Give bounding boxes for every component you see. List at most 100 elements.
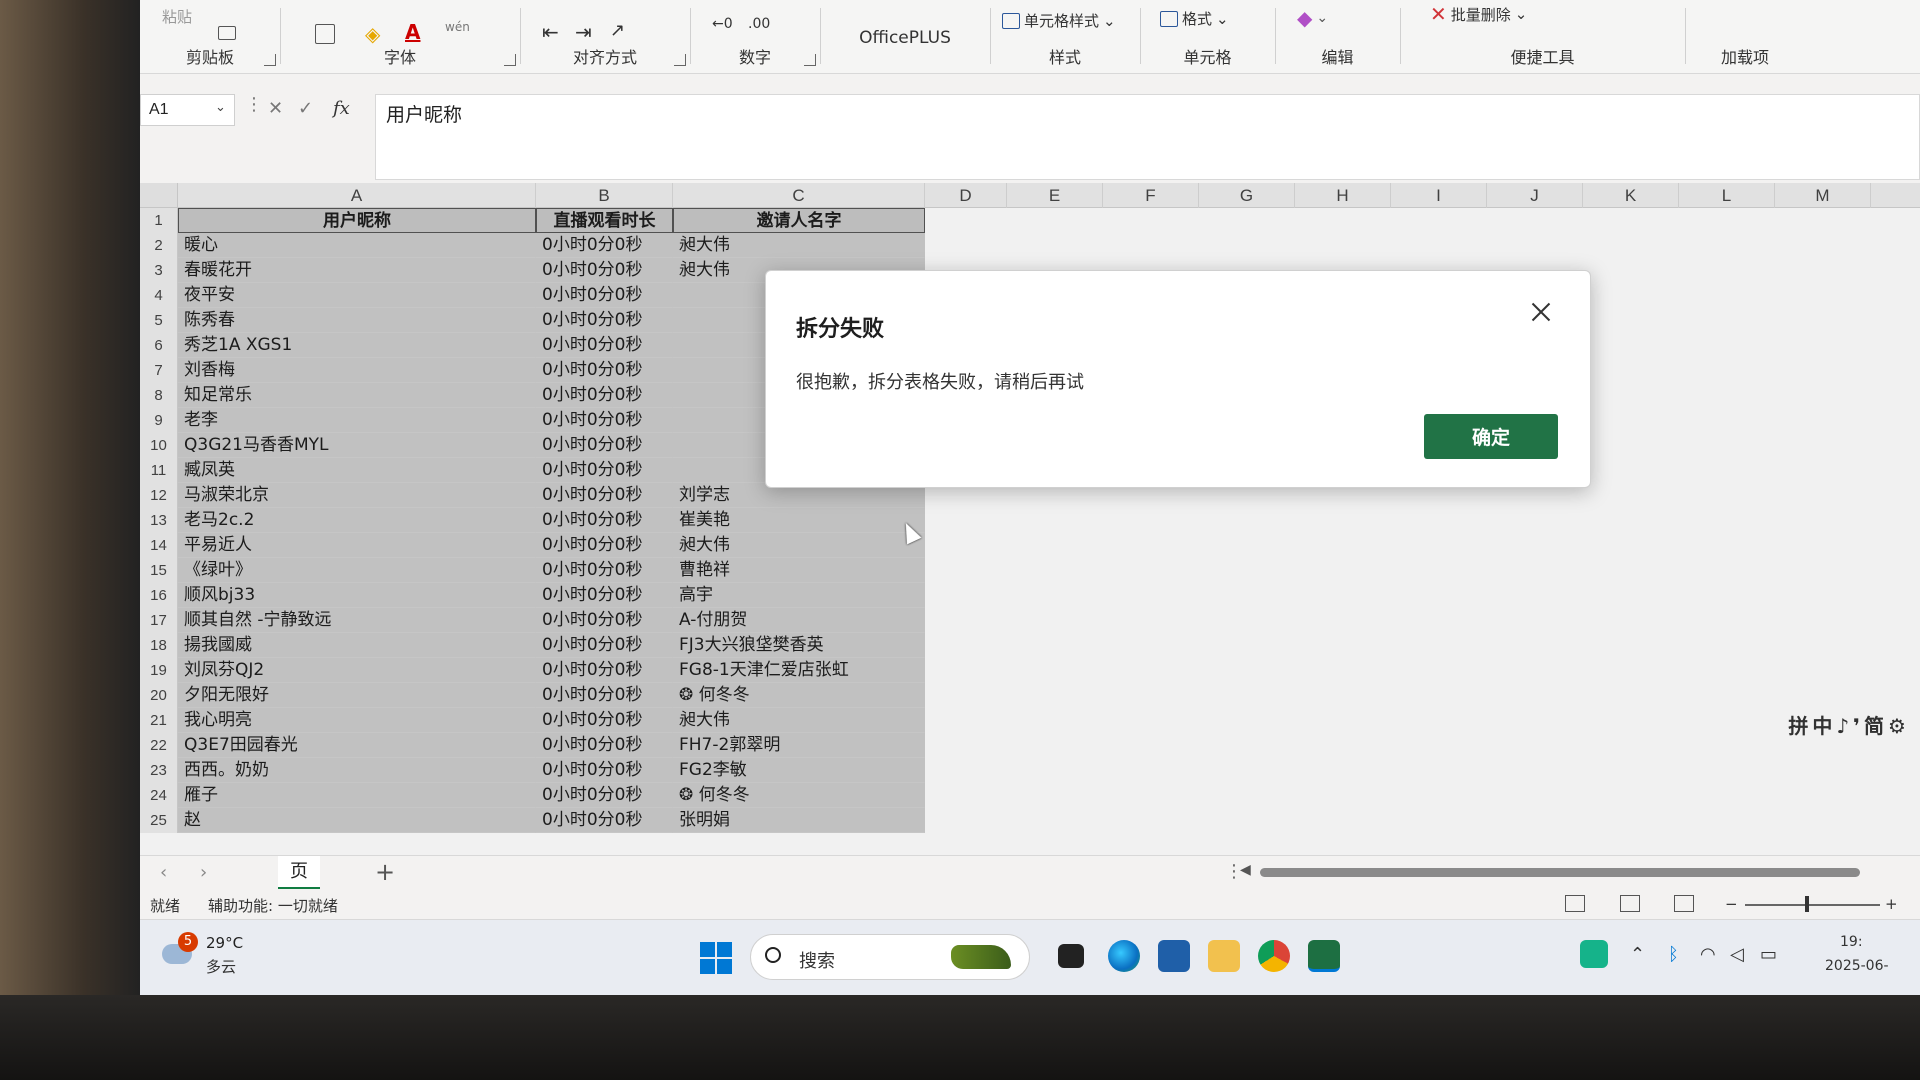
next-sheet-icon[interactable]: › (200, 862, 207, 883)
styles-label: 样式 (1048, 48, 1081, 67)
increase-indent-icon[interactable]: ⇥ (575, 20, 592, 44)
alignment-group: ⇤ ⇥ ↗ 对齐方式 (520, 0, 690, 74)
excel-window: 粘贴 剪贴板 ◈ A wén 字体 ⇤ ⇥ ↗ 对齐方式 ←0 .00 数字 O… (140, 0, 1920, 995)
monitor-bezel-bottom (0, 995, 1920, 1080)
windows-taskbar: 5 29°C 多云 搜索 ⌃ ᛒ ◠ ◁ ▭ 19: 2025-06- (140, 919, 1920, 995)
number-group: ←0 .00 数字 (690, 0, 820, 74)
phonetic-icon[interactable]: wén (445, 20, 470, 34)
clipboard-group: 粘贴 剪贴板 (140, 0, 280, 74)
decrease-indent-icon[interactable]: ⇤ (542, 20, 559, 44)
chevron-down-icon[interactable]: ⌄ (215, 100, 226, 115)
clipboard-label: 剪贴板 (185, 48, 234, 67)
wifi-icon[interactable]: ◠ (1700, 944, 1716, 965)
alignment-label: 对齐方式 (572, 48, 637, 67)
increase-decimal-icon[interactable]: ←0 (712, 16, 733, 32)
normal-view-icon[interactable] (1565, 895, 1585, 912)
store-icon[interactable] (1158, 940, 1190, 972)
chrome-icon[interactable] (1258, 940, 1290, 972)
font-launcher-icon[interactable] (504, 54, 516, 66)
error-dialog: 拆分失败 很抱歉，拆分表格失败，请稍后再试 确定 (765, 270, 1591, 488)
batch-delete-button[interactable]: ✕ 批量删除 ⌄ (1430, 2, 1527, 26)
orientation-icon[interactable]: ↗ (610, 20, 625, 41)
taskbar-search[interactable]: 搜索 (750, 934, 1030, 980)
number-launcher-icon[interactable] (804, 54, 816, 66)
format-label: 格式 (1182, 10, 1213, 28)
close-icon[interactable] (1526, 297, 1556, 327)
tools-group: ✕ 批量删除 ⌄ 便捷工具 (1400, 0, 1685, 74)
dialog-message: 很抱歉，拆分表格失败，请稍后再试 (796, 372, 1084, 393)
accessibility-status[interactable]: 辅助功能: 一切就绪 (208, 895, 338, 916)
battery-icon[interactable]: ▭ (1760, 944, 1777, 965)
search-label: 搜索 (799, 951, 835, 972)
enter-icon[interactable]: ✓ (298, 98, 313, 119)
officeplus-group: OfficePLUS (820, 0, 990, 74)
paste-button[interactable]: 粘贴 (162, 6, 192, 27)
clipboard-launcher-icon[interactable] (264, 54, 276, 66)
borders-icon[interactable] (315, 24, 335, 44)
styles-group: 单元格样式 ⌄ 样式 (990, 0, 1140, 74)
weather-description[interactable]: 多云 (206, 956, 236, 977)
number-label: 数字 (738, 48, 771, 67)
cells-label: 单元格 (1183, 48, 1232, 67)
search-icon (765, 947, 781, 963)
formula-input[interactable]: 用户昵称 (375, 94, 1920, 180)
officeplus-label[interactable]: OfficePLUS (820, 28, 990, 48)
cells-group: 格式 ⌄ 单元格 (1140, 0, 1275, 74)
tools-label: 便捷工具 (1510, 48, 1575, 67)
excel-icon[interactable] (1308, 940, 1340, 972)
ok-button[interactable]: 确定 (1424, 414, 1558, 459)
clock-date[interactable]: 2025-06- (1825, 958, 1889, 974)
scroll-left-icon[interactable]: ◀ (1240, 862, 1251, 878)
k-app-icon[interactable] (1580, 940, 1608, 968)
editing-group: ◆ ⌄ 编辑 (1275, 0, 1400, 74)
font-color-icon[interactable]: A (405, 20, 420, 44)
cell-styles-button[interactable]: 单元格样式 ⌄ (1002, 10, 1116, 31)
bluetooth-icon[interactable]: ᛒ (1668, 944, 1679, 965)
editing-label: 编辑 (1321, 48, 1354, 67)
paste-label: 粘贴 (162, 8, 193, 26)
file-explorer-icon[interactable] (1208, 940, 1240, 972)
photo-stage: 粘贴 剪贴板 ◈ A wén 字体 ⇤ ⇥ ↗ 对齐方式 ←0 .00 数字 O… (0, 0, 1920, 1080)
edge-icon[interactable] (1108, 940, 1140, 972)
horizontal-scrollbar[interactable] (1260, 868, 1860, 877)
zoom-out-icon[interactable]: − (1725, 895, 1738, 913)
close-icon: ✕ (1430, 2, 1447, 26)
eraser-icon[interactable]: ◆ ⌄ (1297, 6, 1328, 30)
zoom-in-icon[interactable]: + (1885, 895, 1898, 913)
addins-label: 加载项 (1720, 48, 1769, 67)
clock-time[interactable]: 19: (1840, 934, 1863, 950)
insert-function-icon[interactable]: fx (333, 98, 350, 119)
volume-icon[interactable]: ◁ (1730, 944, 1744, 965)
cancel-icon[interactable]: ✕ (268, 98, 283, 119)
chevron-up-icon[interactable]: ⌃ (1630, 944, 1645, 965)
fill-color-icon[interactable]: ◈ (365, 22, 380, 46)
format-painter-icon[interactable] (218, 26, 236, 40)
prev-sheet-icon[interactable]: ‹ (160, 862, 167, 883)
windows-start-icon[interactable] (700, 942, 732, 974)
weather-badge: 5 (178, 932, 198, 952)
font-group: ◈ A wén 字体 (280, 0, 520, 74)
alignment-launcher-icon[interactable] (674, 54, 686, 66)
formula-bar: A1 ⌄ ⋮ ✕ ✓ fx 用户昵称 (140, 94, 1920, 180)
ribbon: 粘贴 剪贴板 ◈ A wén 字体 ⇤ ⇥ ↗ 对齐方式 ←0 .00 数字 O… (140, 0, 1920, 74)
batch-delete-label: 批量删除 (1450, 5, 1511, 24)
zoom-thumb[interactable] (1805, 896, 1809, 912)
decrease-decimal-icon[interactable]: .00 (748, 16, 770, 32)
zoom-slider[interactable] (1745, 904, 1880, 906)
status-ready: 就绪 (150, 897, 181, 915)
page-layout-icon[interactable] (1620, 895, 1640, 912)
weather-temperature[interactable]: 29°C (206, 934, 243, 952)
font-label: 字体 (383, 48, 416, 67)
status-bar: 就绪 辅助功能: 一切就绪 − + (140, 889, 1920, 919)
sheet-tab[interactable]: 页 (278, 856, 320, 890)
page-break-icon[interactable] (1674, 895, 1694, 912)
sheet-tab-bar: ‹ › 页 + ⋮ ◀ (140, 855, 1920, 890)
more-icon: ⋮ (245, 94, 263, 115)
addins-group: 加载项 (1685, 0, 1805, 74)
dialog-title: 拆分失败 (796, 317, 885, 342)
task-view-icon[interactable] (1058, 944, 1084, 968)
add-sheet-icon[interactable]: + (375, 858, 395, 886)
format-button[interactable]: 格式 ⌄ (1160, 8, 1229, 29)
monitor-bezel-left (0, 0, 140, 1080)
cell-styles-label: 单元格样式 (1024, 12, 1100, 30)
